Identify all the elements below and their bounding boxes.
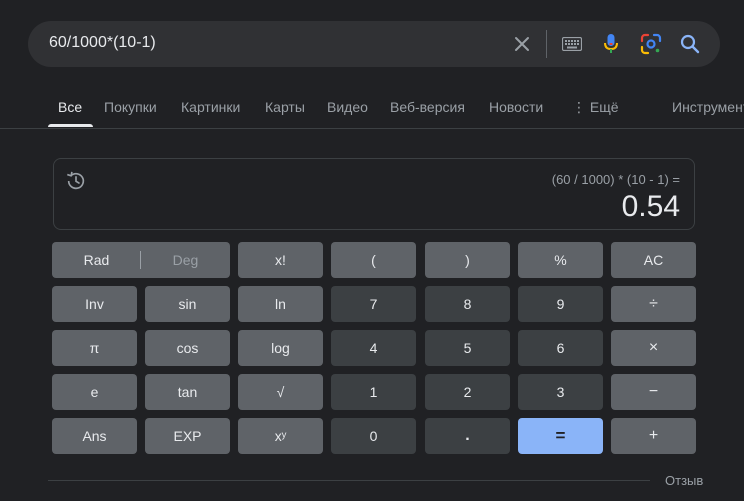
search-divider [546, 30, 547, 58]
tab-web[interactable]: Веб-версия [390, 99, 465, 115]
more-vert-icon: ⋮ [572, 99, 586, 115]
active-tab-indicator [48, 124, 93, 127]
digit-5-button[interactable]: 5 [425, 330, 510, 366]
tan-button[interactable]: tan [145, 374, 230, 410]
close-paren-button[interactable]: ) [425, 242, 510, 278]
tab-maps[interactable]: Карты [265, 99, 305, 115]
multiply-button[interactable]: × [611, 330, 696, 366]
pi-button[interactable]: π [52, 330, 137, 366]
feedback-link[interactable]: Отзыв [665, 473, 703, 488]
tab-more-label: Ещё [589, 99, 619, 115]
tab-shopping[interactable]: Покупки [104, 99, 157, 115]
history-icon[interactable] [65, 170, 87, 192]
inverse-button[interactable]: Inv [52, 286, 137, 322]
exp-button[interactable]: EXP [145, 418, 230, 454]
ln-button[interactable]: ln [238, 286, 323, 322]
tab-more[interactable]: ⋮ Ещё [572, 99, 619, 116]
open-paren-button[interactable]: ( [331, 242, 416, 278]
footer-divider [48, 480, 650, 481]
tab-news[interactable]: Новости [489, 99, 543, 115]
search-tabs: Все Покупки Картинки Карты Видео Веб-вер… [0, 96, 744, 129]
digit-0-button[interactable]: 0 [331, 418, 416, 454]
power-button[interactable]: xʸ [238, 418, 323, 454]
digit-4-button[interactable]: 4 [331, 330, 416, 366]
deg-button[interactable]: Deg [141, 242, 230, 278]
calculator-result: 0.54 [621, 190, 680, 223]
percent-button[interactable]: % [518, 242, 603, 278]
log-button[interactable]: log [238, 330, 323, 366]
calculator-display: (60 / 1000) * (10 - 1) = 0.54 [53, 158, 695, 230]
lens-icon[interactable] [639, 32, 663, 56]
all-clear-button[interactable]: AC [611, 242, 696, 278]
minus-button[interactable]: − [611, 374, 696, 410]
plus-button[interactable]: + [611, 418, 696, 454]
digit-7-button[interactable]: 7 [331, 286, 416, 322]
digit-8-button[interactable]: 8 [425, 286, 510, 322]
digit-6-button[interactable]: 6 [518, 330, 603, 366]
digit-3-button[interactable]: 3 [518, 374, 603, 410]
factorial-button[interactable]: x! [238, 242, 323, 278]
search-input[interactable]: 60/1000*(10-1) [49, 34, 156, 52]
equals-button[interactable]: = [518, 418, 603, 454]
tabs-divider [0, 128, 744, 129]
tab-video[interactable]: Видео [327, 99, 368, 115]
divide-button[interactable]: ÷ [611, 286, 696, 322]
digit-9-button[interactable]: 9 [518, 286, 603, 322]
answer-button[interactable]: Ans [52, 418, 137, 454]
digit-1-button[interactable]: 1 [331, 374, 416, 410]
rad-button[interactable]: Rad [52, 242, 141, 278]
tab-all[interactable]: Все [58, 99, 82, 115]
keyboard-icon[interactable] [560, 32, 584, 56]
clear-icon[interactable] [510, 32, 534, 56]
decimal-button[interactable]: . [425, 418, 510, 454]
search-icon[interactable] [678, 32, 702, 56]
cos-button[interactable]: cos [145, 330, 230, 366]
tab-images[interactable]: Картинки [181, 99, 240, 115]
search-bar[interactable]: 60/1000*(10-1) [28, 21, 720, 67]
calculator-expression: (60 / 1000) * (10 - 1) = [551, 172, 680, 187]
digit-2-button[interactable]: 2 [425, 374, 510, 410]
tab-tools[interactable]: Инструменты [672, 99, 744, 115]
microphone-icon[interactable] [599, 32, 623, 56]
euler-button[interactable]: e [52, 374, 137, 410]
angle-mode-toggle[interactable]: Rad Deg [52, 242, 230, 278]
sin-button[interactable]: sin [145, 286, 230, 322]
sqrt-button[interactable]: √ [238, 374, 323, 410]
